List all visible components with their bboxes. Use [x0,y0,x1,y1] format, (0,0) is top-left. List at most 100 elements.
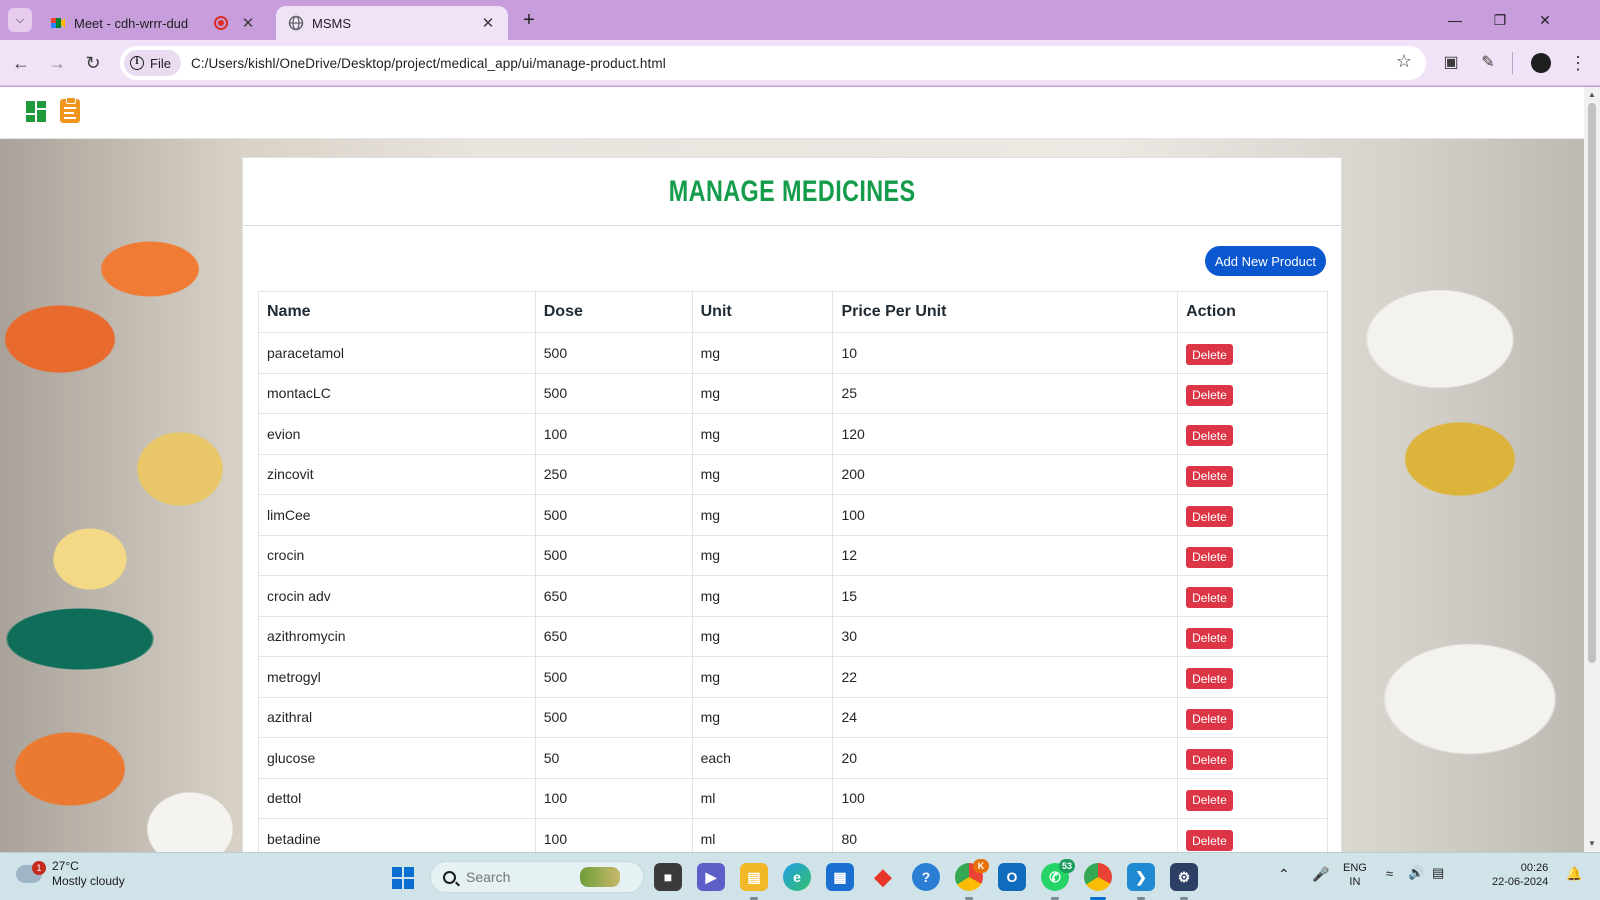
chevron-down-icon: ⌵ [15,13,25,26]
language-indicator[interactable]: ENG IN [1343,861,1367,889]
delete-button[interactable]: Delete [1186,546,1233,568]
bookmark-star-icon[interactable]: ☆ [1396,51,1412,72]
notification-bell-icon[interactable]: 🔔 [1566,867,1582,881]
clipboard-icon[interactable] [60,97,80,123]
cell-price: 200 [832,453,1179,495]
cell-name: crocin adv [258,575,536,617]
taskbar-search[interactable] [430,861,644,893]
forward-button[interactable]: → [44,50,70,76]
minimize-button[interactable]: — [1440,8,1470,32]
cell-name: azithromycin [258,615,536,657]
weather-widget[interactable]: 1 27°C Mostly cloudy [13,859,125,889]
delete-button[interactable]: Delete [1186,830,1233,852]
profile-avatar[interactable] [1531,53,1551,73]
microphone-icon[interactable]: 🎤 [1312,867,1329,881]
address-bar[interactable]: i File C:/Users/kishl/OneDrive/Desktop/p… [120,46,1426,80]
tab-group-icon[interactable]: ▣ [1438,50,1464,76]
delete-button[interactable]: Delete [1186,668,1233,690]
back-button[interactable]: ← [8,50,34,76]
reload-button[interactable]: ↻ [80,50,106,76]
file-explorer-icon[interactable]: ▤ [740,863,768,891]
cell-price: 30 [832,615,1179,657]
whatsapp-badge: 53 [1059,859,1075,873]
delete-button[interactable]: Delete [1186,627,1233,649]
task-view-icon[interactable]: ■ [654,863,682,891]
scheme-label: File [150,55,171,71]
add-new-product-button[interactable]: Add New Product [1204,246,1326,276]
outlook-new-icon[interactable]: O [998,863,1026,891]
teams-meet-icon[interactable]: ▶ [697,863,725,891]
cell-action: Delete [1177,818,1328,852]
cell-name: limCee [258,494,536,536]
chrome-profile-icon[interactable]: K [955,859,989,891]
menu-kebab-icon[interactable]: ⋮ [1565,50,1591,76]
cell-unit: mg [691,615,834,657]
tab-msms[interactable]: MSMS ✕ [276,6,508,40]
card-header: MANAGE MEDICINES [243,158,1341,226]
url-text[interactable]: C:/Users/kishl/OneDrive/Desktop/project/… [191,56,666,71]
show-hidden-icons-chevron-icon[interactable]: ⌃ [1278,867,1290,881]
vscode-icon[interactable]: ❯ [1127,863,1155,891]
cell-name: crocin [258,534,536,576]
cell-action: Delete [1177,372,1328,414]
cell-unit: mg [691,656,834,698]
delete-button[interactable]: Delete [1186,425,1233,447]
microsoft-store-icon[interactable]: ▦ [826,863,854,891]
delete-button[interactable]: Delete [1186,465,1233,487]
cell-unit: ml [691,777,834,819]
cell-dose: 650 [534,615,693,657]
delete-button[interactable]: Delete [1186,789,1233,811]
new-tab-button[interactable]: + [516,8,542,34]
clock[interactable]: 00:26 22-06-2024 [1492,861,1548,889]
cell-price: 22 [832,656,1179,698]
cell-action: Delete [1177,737,1328,779]
app-x-icon[interactable]: ⚙ [1170,863,1198,891]
site-info-chip[interactable]: i File [124,50,181,76]
cell-name: evion [258,413,536,455]
chrome-icon[interactable] [1084,863,1112,891]
close-tab-icon[interactable]: ✕ [240,14,256,32]
cell-unit: each [691,737,834,779]
weather-badge: 1 [32,861,46,875]
wifi-icon[interactable]: ≈ [1386,867,1393,881]
delete-button[interactable]: Delete [1186,708,1233,730]
scroll-up-arrow-icon[interactable]: ▲ [1588,90,1596,99]
scrollbar-thumb[interactable] [1588,103,1596,663]
table-row: paracetamol 500 mg 10 Delete [258,332,1328,374]
extensions-icon[interactable]: ✎ [1475,50,1501,76]
windows-start-icon[interactable] [392,867,414,889]
page-scrollbar[interactable]: ▲ ▼ [1584,87,1600,852]
battery-icon[interactable]: ▤ [1432,866,1444,880]
whatsapp-icon[interactable]: ✆ 53 [1041,859,1075,891]
help-icon[interactable]: ? [912,863,940,891]
table-row: dettol 100 ml 100 Delete [258,777,1328,819]
taskbar-search-input[interactable] [466,869,576,885]
cell-unit: mg [691,332,834,374]
tab-title: Meet - cdh-wrrr-dud [74,15,189,31]
dashboard-icon[interactable] [26,101,48,123]
volume-icon[interactable]: 🔊 [1408,866,1424,880]
delete-button[interactable]: Delete [1186,587,1233,609]
delete-button[interactable]: Delete [1186,506,1233,528]
cell-action: Delete [1177,615,1328,657]
table-row: evion 100 mg 120 Delete [258,413,1328,455]
delete-button[interactable]: Delete [1186,384,1233,406]
close-tab-icon[interactable]: ✕ [480,14,496,32]
cell-action: Delete [1177,534,1328,576]
diamond-app-icon[interactable]: ◆ [869,863,897,891]
manage-medicines-card: MANAGE MEDICINES Add New Product Name Do… [242,157,1342,852]
scroll-down-arrow-icon[interactable]: ▼ [1588,839,1596,848]
clock-time: 00:26 [1520,862,1549,874]
column-header-dose: Dose [534,291,693,333]
close-window-button[interactable]: ✕ [1530,8,1560,32]
windows-taskbar: 1 27°C Mostly cloudy ■ ▶ ▤ e ▦ ◆ ? K O ✆… [0,852,1600,900]
tab-meet[interactable]: Meet - cdh-wrrr-dud ✕ [38,6,268,40]
cell-unit: mg [691,696,834,738]
delete-button[interactable]: Delete [1186,344,1233,366]
delete-button[interactable]: Delete [1186,749,1233,771]
edge-icon[interactable]: e [783,863,811,891]
cell-price: 100 [832,777,1179,819]
cell-dose: 50 [534,737,693,779]
restore-button[interactable]: ❐ [1485,8,1515,32]
tab-search-button[interactable]: ⌵ [8,8,32,32]
